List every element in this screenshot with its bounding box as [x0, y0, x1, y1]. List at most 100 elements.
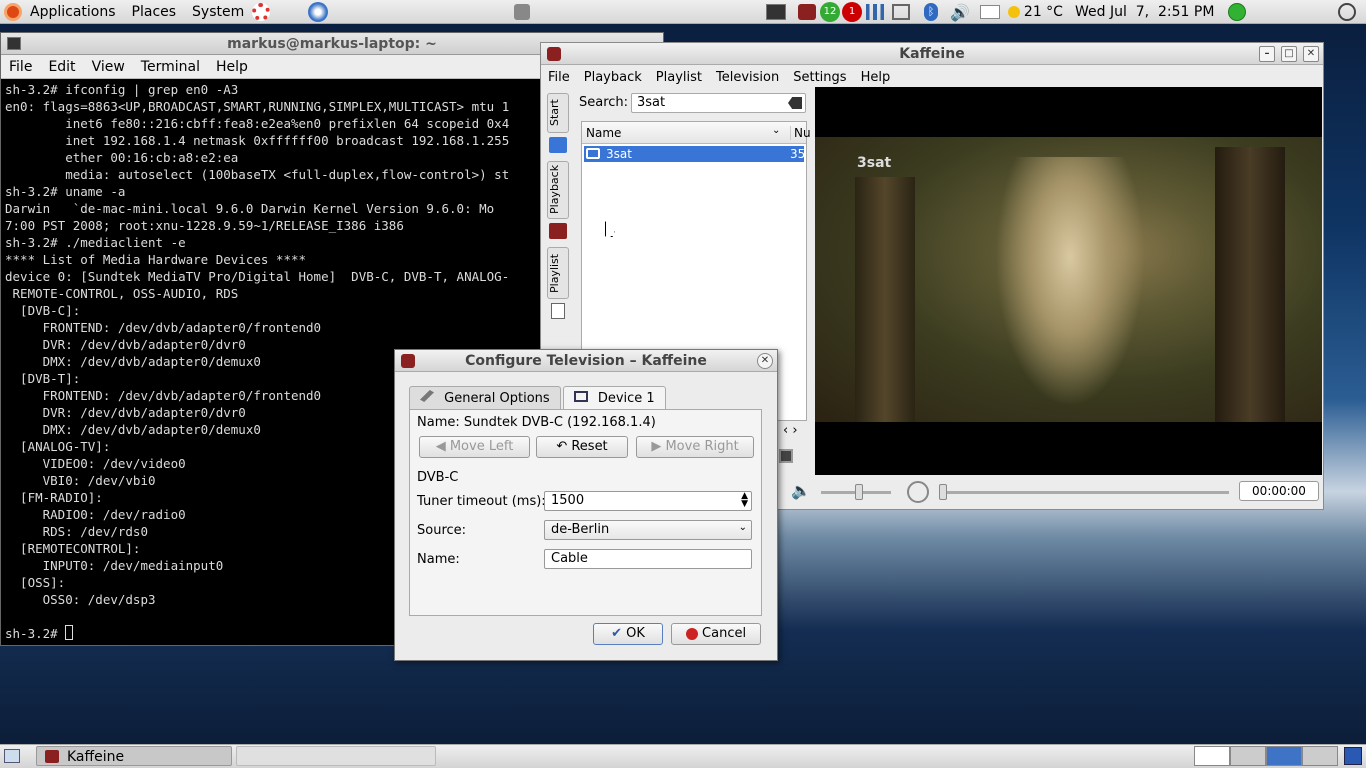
dialog-title: Configure Television – Kaffeine	[465, 353, 707, 369]
tv-icon[interactable]	[549, 137, 567, 153]
playback-icon[interactable]	[549, 223, 567, 239]
terminal-menu-terminal[interactable]: Terminal	[133, 59, 208, 75]
side-tab-playlist[interactable]: Playlist	[547, 247, 569, 299]
browser-icon[interactable]	[308, 1, 329, 22]
side-tab-playback[interactable]: Playback	[547, 161, 569, 219]
terminal-menu-edit[interactable]: Edit	[40, 59, 83, 75]
cancel-button[interactable]: Cancel	[671, 623, 761, 645]
ubuntu-logo-icon[interactable]	[4, 2, 22, 21]
tab-device-1[interactable]: Device 1	[562, 386, 666, 411]
search-value: 3sat	[637, 95, 666, 110]
chevron-down-icon[interactable]: ⌄	[739, 522, 747, 533]
weather-sun-icon	[1007, 6, 1020, 18]
kaffeine-menu-settings[interactable]: Settings	[786, 70, 853, 85]
terminal-line: en0: flags=8863<UP,BROADCAST,SMART,RUNNI…	[5, 99, 510, 114]
device-panel: Name: Sundtek DVB-C (192.168.1.4) ◀ Move…	[409, 409, 762, 616]
terminal-title: markus@markus-laptop: ~	[227, 36, 437, 52]
channel-list-header: Name ⌄ Nu	[582, 122, 811, 144]
tab-device-1-label: Device 1	[597, 391, 655, 406]
dialog-close-button[interactable]: ✕	[757, 353, 773, 369]
dialog-tab-bar: General Options Device 1	[409, 386, 668, 411]
terminal-line: sh-3.2# ifconfig | grep en0 -A3	[5, 82, 239, 97]
workspace-1[interactable]	[1194, 746, 1230, 766]
system-menu[interactable]: System	[184, 0, 252, 24]
dialog-window-icon[interactable]	[401, 354, 415, 368]
workspace-switcher[interactable]	[1194, 746, 1338, 766]
video-area[interactable]: 3sat	[815, 87, 1322, 475]
trash-icon[interactable]	[1344, 747, 1362, 765]
task-kaffeine-label: Kaffeine	[67, 749, 125, 765]
places-menu[interactable]: Places	[124, 0, 185, 24]
clock[interactable]: Wed Jul 7, 2:51 PM	[1075, 4, 1214, 20]
minimize-button[interactable]: –	[1259, 46, 1275, 62]
kaffeine-launcher-icon[interactable]	[514, 3, 531, 20]
name-field[interactable]: Cable	[544, 549, 752, 569]
show-desktop-icon[interactable]	[4, 749, 20, 763]
volume-slider[interactable]	[821, 484, 891, 500]
spin-arrows-icon[interactable]: ▲ ▼	[741, 492, 748, 509]
terminal-menu-file[interactable]: File	[1, 59, 40, 75]
task-kaffeine[interactable]: Kaffeine	[36, 746, 232, 766]
power-icon[interactable]	[1338, 3, 1356, 21]
terminal-menu-help[interactable]: Help	[208, 59, 256, 75]
kaffeine-menu-playback[interactable]: Playback	[577, 70, 649, 85]
workspace-2[interactable]	[1230, 746, 1266, 766]
device-name-label: Name: Sundtek DVB-C (192.168.1.4)	[417, 415, 656, 430]
prev-next-arrows-icon[interactable]: ‹ ›	[783, 423, 798, 438]
kaffeine-tray-icon[interactable]	[798, 4, 816, 20]
network-signal-icon[interactable]	[866, 4, 884, 20]
task-empty[interactable]	[236, 746, 436, 766]
alert-badge-icon[interactable]: 1	[842, 2, 862, 22]
status-online-icon[interactable]	[1228, 3, 1247, 21]
kaffeine-menu-help[interactable]: Help	[854, 70, 898, 85]
kaffeine-titlebar[interactable]: Kaffeine – □ ✕	[541, 43, 1323, 65]
playlist-icon[interactable]	[551, 303, 565, 319]
close-button[interactable]: ✕	[1303, 46, 1319, 62]
move-left-button[interactable]: ◀ Move Left	[419, 436, 530, 458]
side-tab-start[interactable]: Start	[547, 93, 569, 133]
search-label: Search:	[579, 95, 629, 110]
reset-button[interactable]: ↶ Reset	[536, 436, 628, 458]
bluetooth-icon[interactable]: ᛒ	[924, 3, 938, 21]
display-icon[interactable]	[892, 4, 910, 20]
clear-search-icon[interactable]	[788, 97, 802, 109]
help-lifebuoy-icon[interactable]	[252, 2, 271, 21]
applications-menu[interactable]: Applications	[22, 0, 124, 24]
tab-general-options[interactable]: General Options	[409, 386, 561, 410]
column-number-header[interactable]: Nu	[790, 126, 811, 140]
kaffeine-menu-file[interactable]: File	[541, 70, 577, 85]
kaffeine-menu-television[interactable]: Television	[709, 70, 786, 85]
kaffeine-window-icon[interactable]	[547, 47, 561, 61]
updates-badge-icon[interactable]: 12	[820, 2, 840, 22]
terminal-menu-view[interactable]: View	[84, 59, 133, 75]
source-value: de-Berlin	[551, 522, 610, 537]
sort-chevron-icon[interactable]: ⌄	[772, 125, 780, 136]
volume-icon[interactable]: 🔈	[791, 481, 811, 500]
search-input[interactable]: 3sat	[631, 93, 806, 113]
seek-restart-icon[interactable]	[907, 481, 929, 503]
column-name-header[interactable]: Name	[586, 126, 621, 140]
maximize-button[interactable]: □	[1281, 46, 1297, 62]
volume-icon[interactable]: 🔊	[950, 3, 970, 22]
channel-logo-osd: 3sat	[857, 155, 892, 171]
move-right-button[interactable]: ▶ Move Right	[636, 436, 754, 458]
configure-television-dialog: Configure Television – Kaffeine ✕ Genera…	[394, 349, 778, 661]
terminal-window-icon[interactable]	[7, 37, 21, 50]
source-select[interactable]: de-Berlin ⌄	[544, 520, 752, 540]
mail-icon[interactable]	[979, 5, 1000, 19]
terminal-tray-icon[interactable]	[766, 4, 786, 20]
terminal-line: sh-3.2# ./mediaclient -e	[5, 235, 186, 250]
ok-button[interactable]: ✔ OK	[593, 623, 663, 645]
dialog-titlebar[interactable]: Configure Television – Kaffeine ✕	[395, 350, 777, 372]
tuner-timeout-spinbox[interactable]: 1500 ▲ ▼	[544, 491, 752, 511]
workspace-4[interactable]	[1302, 746, 1338, 766]
weather-temperature[interactable]: 21 °C	[1024, 4, 1063, 20]
save-icon[interactable]	[779, 449, 793, 463]
workspace-3[interactable]	[1266, 746, 1302, 766]
channel-row[interactable]: 3sat 35	[584, 146, 805, 162]
volume-slider-handle[interactable]	[855, 484, 863, 500]
seek-slider[interactable]	[939, 484, 1229, 500]
kaffeine-menu-playlist[interactable]: Playlist	[649, 70, 709, 85]
seek-slider-handle[interactable]	[939, 484, 947, 500]
name-label: Name:	[417, 552, 460, 567]
